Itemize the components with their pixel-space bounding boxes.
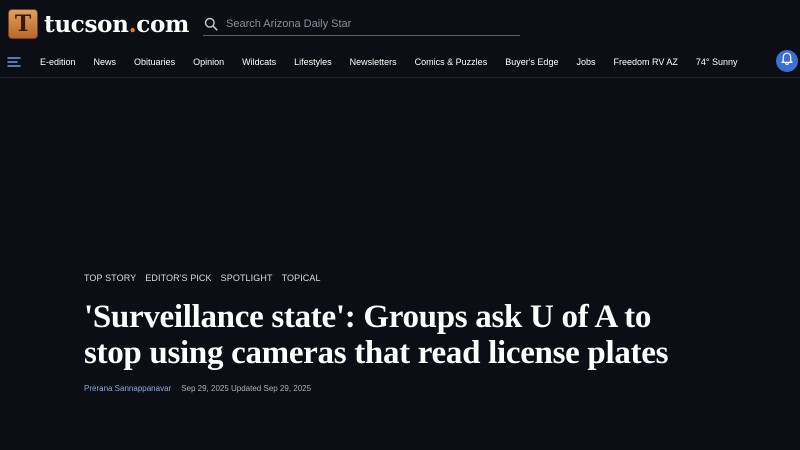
- notifications-button[interactable]: [776, 50, 798, 72]
- nav-item-opinion[interactable]: Opinion: [193, 57, 224, 67]
- tag-top-story[interactable]: TOP STORY: [84, 273, 136, 285]
- nav-list: E-edition News Obituaries Opinion Wildca…: [40, 47, 755, 77]
- tag-editors-pick[interactable]: EDITOR'S PICK: [145, 273, 211, 285]
- search-icon[interactable]: [204, 16, 220, 32]
- article-header: TOP STORY EDITOR'S PICK SPOTLIGHT TOPICA…: [84, 273, 724, 393]
- tag-topical[interactable]: TOPICAL: [282, 273, 321, 285]
- author-link[interactable]: Prerana Sannappanavar: [84, 384, 171, 393]
- nav-item-comics-puzzles[interactable]: Comics & Puzzles: [415, 57, 488, 67]
- nav-item-weather[interactable]: 74° Sunny: [696, 57, 738, 67]
- nav-item-obituaries[interactable]: Obituaries: [134, 57, 175, 67]
- logo-badge: T: [8, 9, 38, 39]
- nav-item-news[interactable]: News: [94, 57, 117, 67]
- search-input[interactable]: [226, 18, 506, 30]
- site-header: T tucson.com: [0, 0, 800, 47]
- article-byline: Prerana Sannappanavar Sep 29, 2025 Updat…: [84, 384, 724, 393]
- nav-item-buyers-edge[interactable]: Buyer's Edge: [505, 57, 558, 67]
- article-headline: 'Surveillance state': Groups ask U of A …: [84, 299, 669, 371]
- hamburger-menu-icon[interactable]: [7, 55, 21, 67]
- main-navigation: E-edition News Obituaries Opinion Wildca…: [0, 47, 800, 78]
- nav-item-freedom-rv-az[interactable]: Freedom RV AZ: [613, 57, 677, 67]
- article-tags: TOP STORY EDITOR'S PICK SPOTLIGHT TOPICA…: [84, 273, 724, 285]
- nav-item-jobs[interactable]: Jobs: [576, 57, 595, 67]
- logo-suffix: com: [136, 10, 190, 38]
- nav-item-newsletters[interactable]: Newsletters: [350, 57, 397, 67]
- nav-item-wildcats[interactable]: Wildcats: [242, 57, 276, 67]
- search-bar: [203, 13, 520, 36]
- site-logo[interactable]: T tucson.com: [8, 9, 189, 39]
- logo-wordmark: tucson.com: [44, 11, 189, 38]
- logo-name: tucson: [44, 10, 129, 38]
- nav-item-e-edition[interactable]: E-edition: [40, 57, 76, 67]
- tag-spotlight[interactable]: SPOTLIGHT: [221, 273, 273, 285]
- publish-dates: Sep 29, 2025 Updated Sep 29, 2025: [181, 384, 312, 393]
- bell-icon: [781, 52, 793, 71]
- nav-item-lifestyles[interactable]: Lifestyles: [294, 57, 332, 67]
